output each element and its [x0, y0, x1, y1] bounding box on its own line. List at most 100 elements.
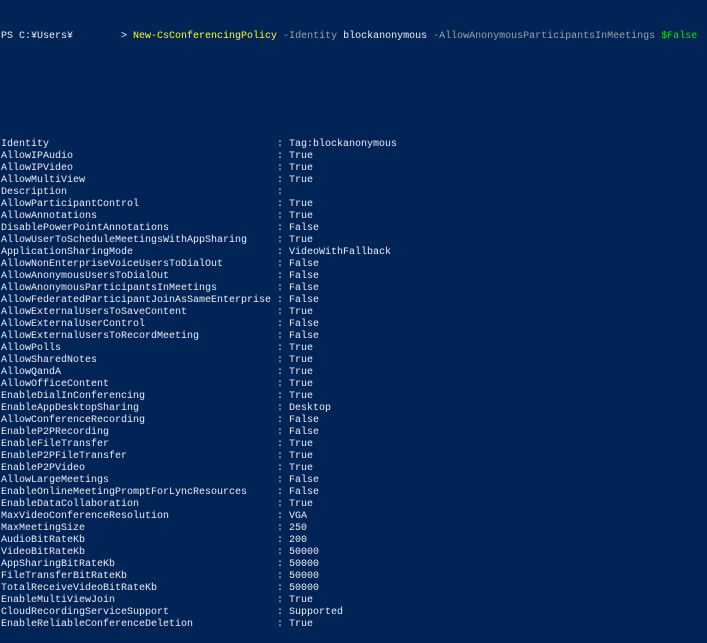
separator: :	[277, 451, 290, 462]
property-name: AllowAnnotations	[1, 211, 98, 222]
output-row: FileTransferBitRateKb: 50000	[1, 571, 697, 583]
separator: :	[277, 619, 290, 630]
separator: :	[277, 607, 290, 618]
separator: :	[277, 283, 290, 294]
property-value: False	[289, 223, 320, 234]
property-value: True	[289, 379, 314, 390]
property-value: True	[289, 439, 314, 450]
property-name: AudioBitRateKb	[1, 535, 86, 546]
property-name: MaxVideoConferenceResolution	[1, 511, 170, 522]
separator: :	[277, 559, 290, 570]
separator: :	[277, 487, 290, 498]
separator: :	[277, 175, 290, 186]
property-name: AllowPolls	[1, 343, 62, 354]
property-name: AllowConferenceRecording	[1, 415, 146, 426]
property-name: AllowExternalUsersToSaveContent	[1, 307, 188, 318]
property-name: DisablePowerPointAnnotations	[1, 223, 170, 234]
property-name: EnableP2PRecording	[1, 427, 110, 438]
separator: :	[277, 151, 290, 162]
output-row: Description:	[1, 187, 697, 199]
output-row: VideoBitRateKb: 50000	[1, 547, 697, 559]
output-row: ApplicationSharingMode: VideoWithFallbac…	[1, 247, 697, 259]
output-row: AllowOfficeContent: True	[1, 379, 697, 391]
parameter-allow-anonymous: -AllowAnonymousParticipantsInMeetings	[433, 31, 656, 42]
output-row: AllowAnonymousUsersToDialOut: False	[1, 271, 697, 283]
output-row: CloudRecordingServiceSupport: Supported	[1, 607, 697, 619]
separator: :	[277, 367, 290, 378]
property-value: False	[289, 259, 320, 270]
property-value: 50000	[289, 583, 320, 594]
property-value: True	[289, 463, 314, 474]
output-row: AllowIPVideo: True	[1, 163, 697, 175]
property-value: False	[289, 415, 320, 426]
output-row: AllowIPAudio: True	[1, 151, 697, 163]
separator: :	[277, 511, 290, 522]
property-name: AllowIPAudio	[1, 151, 74, 162]
separator: :	[277, 259, 290, 270]
output-row: EnableOnlineMeetingPromptForLyncResource…	[1, 487, 697, 499]
output-row: AudioBitRateKb: 200	[1, 535, 697, 547]
argument-identity: blockanonymous	[343, 31, 428, 42]
separator: :	[277, 235, 290, 246]
property-name: EnableReliableConferenceDeletion	[1, 619, 194, 630]
property-name: EnableDialInConferencing	[1, 391, 146, 402]
property-name: Identity	[1, 139, 50, 150]
property-name: ApplicationSharingMode	[1, 247, 134, 258]
property-value: 200	[289, 535, 308, 546]
property-value: 250	[289, 523, 308, 534]
property-value: False	[289, 427, 320, 438]
property-value: True	[289, 595, 314, 606]
separator: :	[277, 415, 290, 426]
separator: :	[277, 271, 290, 282]
output-row: AllowParticipantControl: True	[1, 199, 697, 211]
property-value: True	[289, 499, 314, 510]
separator: :	[277, 475, 290, 486]
output-row: EnableDataCollaboration: True	[1, 499, 697, 511]
property-name: AllowParticipantControl	[1, 199, 140, 210]
output-row: AllowPolls: True	[1, 343, 697, 355]
output-row: AllowLargeMeetings: False	[1, 475, 697, 487]
property-value: True	[289, 199, 314, 210]
property-name: AllowExternalUsersToRecordMeeting	[1, 331, 200, 342]
property-name: VideoBitRateKb	[1, 547, 86, 558]
separator: :	[277, 355, 290, 366]
property-value: VideoWithFallback	[289, 247, 392, 258]
output-row: EnableDialInConferencing: True	[1, 391, 697, 403]
output-row: AppSharingBitRateKb: 50000	[1, 559, 697, 571]
separator: :	[277, 547, 290, 558]
parameter-identity: -Identity	[283, 31, 338, 42]
separator: :	[277, 403, 290, 414]
command-line[interactable]: PS C:¥Users¥ > New-CsConferencingPolicy …	[1, 31, 697, 43]
property-value: False	[289, 319, 320, 330]
separator: :	[277, 343, 290, 354]
output-row: AllowMultiView: True	[1, 175, 697, 187]
output-row: EnableP2PRecording: False	[1, 427, 697, 439]
property-name: Description	[1, 187, 68, 198]
separator: :	[277, 331, 290, 342]
property-value: True	[289, 355, 314, 366]
separator: :	[277, 523, 290, 534]
separator: :	[277, 595, 290, 606]
property-name: AllowQandA	[1, 367, 62, 378]
property-value: True	[289, 391, 314, 402]
separator: :	[277, 295, 290, 306]
property-name: AllowLargeMeetings	[1, 475, 110, 486]
property-value: False	[289, 283, 320, 294]
property-name: AllowFederatedParticipantJoinAsSameEnter…	[1, 295, 272, 306]
output-row: AllowFederatedParticipantJoinAsSameEnter…	[1, 295, 697, 307]
property-value: True	[289, 619, 314, 630]
output-row: EnableMultiViewJoin: True	[1, 595, 697, 607]
property-value: False	[289, 331, 320, 342]
separator: :	[277, 583, 290, 594]
property-value: True	[289, 151, 314, 162]
output-row: DisablePowerPointAnnotations: False	[1, 223, 697, 235]
separator: :	[277, 247, 290, 258]
property-name: EnableMultiViewJoin	[1, 595, 116, 606]
property-name: AllowExternalUserControl	[1, 319, 146, 330]
property-value: 50000	[289, 559, 320, 570]
output-row: AllowUserToScheduleMeetingsWithAppSharin…	[1, 235, 697, 247]
separator: :	[277, 163, 290, 174]
property-name: FileTransferBitRateKb	[1, 571, 128, 582]
property-name: EnableP2PVideo	[1, 463, 86, 474]
